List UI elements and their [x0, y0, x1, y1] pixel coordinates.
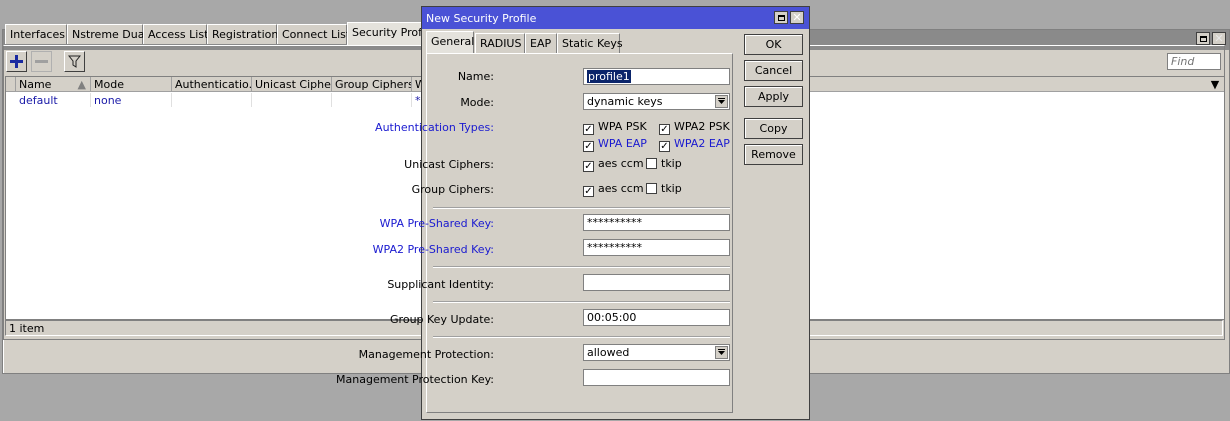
authentication-types-label: Authentication Types: [375, 121, 494, 134]
filter-button[interactable] [64, 51, 85, 72]
wpa2-psk-text: WPA2 PSK [674, 120, 730, 133]
filter-icon [68, 55, 81, 68]
row-authentication [172, 93, 252, 107]
wpa-psk-label: WPA Pre-Shared Key: [379, 217, 494, 230]
column-header-unicast-ciphers[interactable]: Unicast Ciphers [252, 77, 332, 92]
find-input[interactable] [1167, 53, 1221, 70]
tab-security-profiles[interactable]: Security Profil [347, 22, 428, 45]
tab-access-list[interactable]: Access List [143, 24, 208, 44]
wpa-psk-text: WPA PSK [598, 120, 647, 133]
row-unicast [252, 93, 332, 107]
unicast-aes-ccm-checkbox[interactable]: ✓ aes ccm [583, 157, 644, 172]
wpa-psk-field[interactable]: ********** [583, 214, 730, 231]
tab-radius[interactable]: RADIUS [475, 33, 525, 53]
checkbox-checked-icon: ✓ [659, 124, 670, 135]
dropdown-arrow-icon: ▼ [1210, 78, 1220, 91]
wpa2-psk-checkbox[interactable]: ✓ WPA2 PSK [659, 120, 730, 135]
group-tkip-checkbox[interactable]: tkip [646, 182, 682, 195]
cancel-button[interactable]: Cancel [744, 60, 803, 81]
copy-button[interactable]: Copy [744, 118, 803, 139]
tab-nstreme-dual[interactable]: Nstreme Dual [67, 24, 148, 44]
mode-value: dynamic keys [587, 95, 663, 108]
section-divider [433, 207, 730, 209]
checkbox-checked-icon: ✓ [583, 141, 594, 152]
management-protection-value: allowed [587, 346, 630, 359]
tab-general[interactable]: General [426, 31, 474, 54]
ok-button[interactable]: OK [744, 34, 803, 55]
new-security-profile-dialog: New Security Profile ✕ General RADIUS EA… [336, 6, 810, 420]
dialog-title-bar[interactable]: New Security Profile ✕ [422, 7, 809, 29]
mode-select[interactable]: dynamic keys [583, 93, 730, 110]
tab-registration[interactable]: Registration [207, 24, 278, 44]
mode-label: Mode: [460, 96, 494, 109]
name-field[interactable]: profile1 [583, 68, 730, 85]
column-header-name[interactable]: Name ▲ [16, 77, 91, 92]
checkbox-checked-icon: ✓ [583, 124, 594, 135]
group-tkip-text: tkip [661, 182, 682, 195]
tab-eap[interactable]: EAP [525, 33, 557, 53]
unicast-ciphers-label: Unicast Ciphers: [404, 158, 494, 171]
wpa-psk-checkbox[interactable]: ✓ WPA PSK [583, 120, 647, 135]
section-divider [433, 336, 730, 338]
maximize-icon[interactable] [1196, 32, 1210, 45]
remove-button[interactable] [31, 51, 52, 72]
column-header-group-ciphers[interactable]: Group Ciphers [332, 77, 412, 92]
wpa2-eap-text: WPA2 EAP [674, 137, 730, 150]
plus-icon [10, 55, 23, 68]
name-label: Name: [457, 70, 494, 83]
checkbox-unchecked-icon [646, 158, 657, 169]
group-aes-ccm-checkbox[interactable]: ✓ aes ccm [583, 182, 644, 197]
close-icon[interactable]: ✕ [790, 11, 804, 24]
sort-ascending-icon: ▲ [77, 78, 86, 91]
unicast-tkip-checkbox[interactable]: tkip [646, 157, 682, 170]
section-divider [433, 301, 730, 303]
column-header-marker [6, 77, 16, 92]
checkbox-checked-icon: ✓ [659, 141, 670, 152]
name-value: profile1 [587, 70, 631, 83]
wpa2-psk-field[interactable]: ********** [583, 239, 730, 256]
unicast-tkip-text: tkip [661, 157, 682, 170]
dialog-title: New Security Profile [426, 12, 537, 25]
column-header-label: Name [19, 78, 52, 91]
management-protection-key-field[interactable] [583, 369, 730, 386]
checkbox-checked-icon: ✓ [583, 161, 594, 172]
section-divider [433, 266, 730, 268]
apply-button[interactable]: Apply [744, 86, 803, 107]
management-protection-select[interactable]: allowed [583, 344, 730, 361]
row-name: default [16, 93, 91, 107]
dropdown-arrow-icon[interactable] [715, 346, 728, 359]
row-mode: none [91, 93, 172, 107]
supplicant-identity-label: Supplicant Identity: [387, 278, 494, 291]
management-protection-label: Management Protection: [358, 348, 494, 361]
checkbox-checked-icon: ✓ [583, 186, 594, 197]
remove-button[interactable]: Remove [744, 144, 803, 165]
checkbox-unchecked-icon [646, 183, 657, 194]
supplicant-identity-field[interactable] [583, 274, 730, 291]
add-button[interactable] [6, 51, 27, 72]
general-tab-panel: Name: profile1 Mode: dynamic keys Authen… [336, 53, 733, 413]
minus-icon [35, 60, 48, 63]
row-group [332, 93, 412, 107]
management-protection-key-label: Management Protection Key: [336, 373, 494, 386]
maximize-icon[interactable] [774, 11, 788, 24]
close-icon[interactable]: ✕ [1212, 32, 1226, 45]
unicast-aes-ccm-text: aes ccm [598, 157, 644, 170]
column-header-authentication[interactable]: Authenticatio... [172, 77, 252, 92]
group-key-update-label: Group Key Update: [390, 313, 494, 326]
wpa-eap-text: WPA EAP [598, 137, 647, 150]
column-header-mode[interactable]: Mode [91, 77, 172, 92]
wpa-eap-checkbox[interactable]: ✓ WPA EAP [583, 137, 647, 152]
group-ciphers-label: Group Ciphers: [411, 183, 494, 196]
wpa2-eap-checkbox[interactable]: ✓ WPA2 EAP [659, 137, 730, 152]
tab-static-keys[interactable]: Static Keys [557, 33, 623, 53]
group-aes-ccm-text: aes ccm [598, 182, 644, 195]
group-key-update-field[interactable]: 00:05:00 [583, 309, 730, 326]
column-menu-button[interactable]: ▼ [1206, 77, 1224, 92]
dropdown-arrow-icon[interactable] [715, 95, 728, 108]
tab-connect-list[interactable]: Connect List [277, 24, 350, 44]
wpa2-psk-label: WPA2 Pre-Shared Key: [372, 243, 494, 256]
tab-interfaces[interactable]: Interfaces [5, 24, 67, 44]
